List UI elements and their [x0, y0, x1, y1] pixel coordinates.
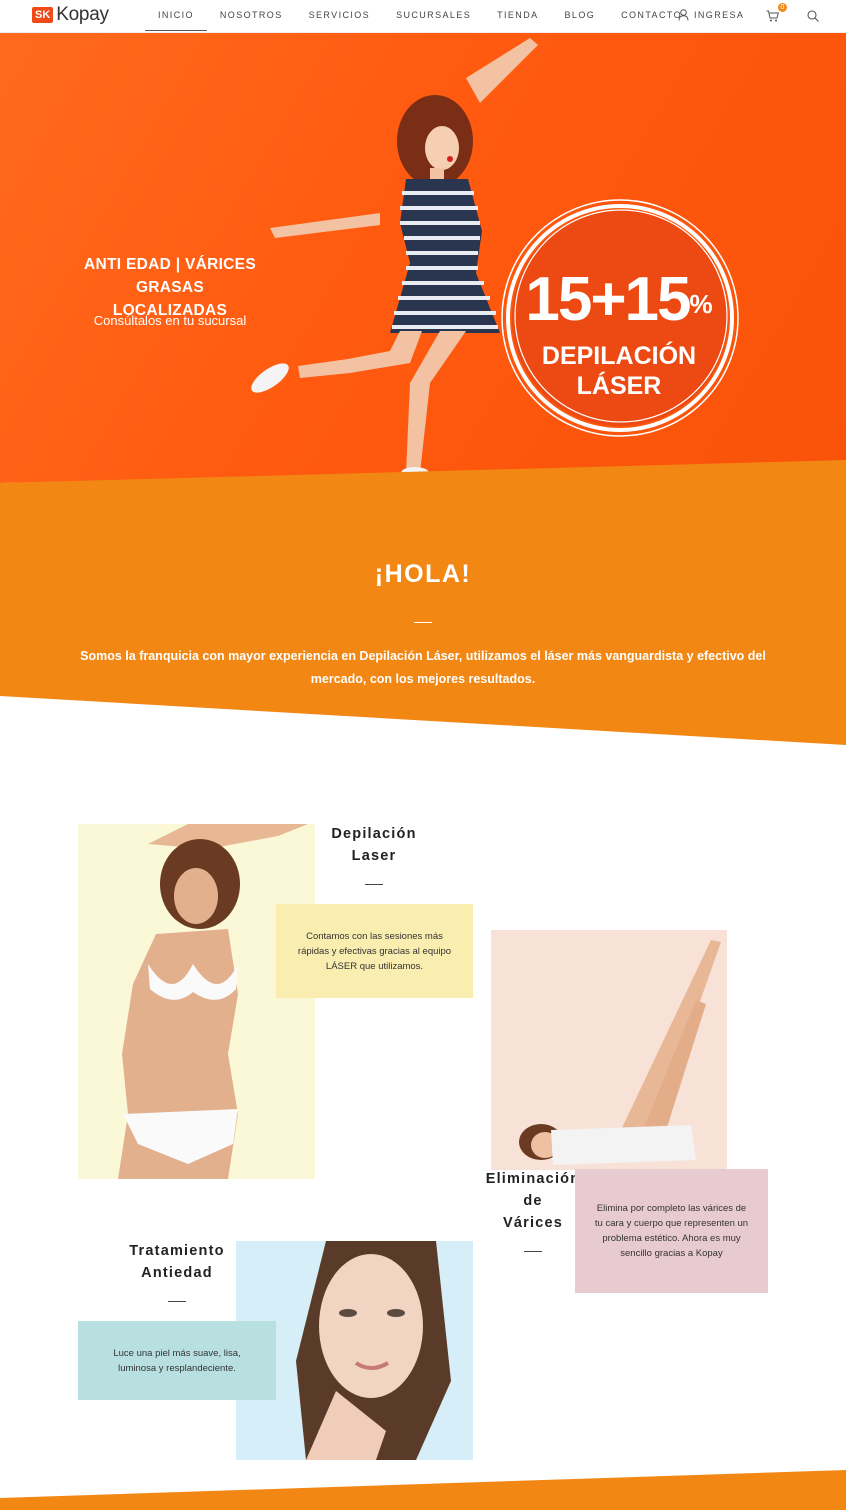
search-icon: [807, 10, 819, 22]
user-icon: [678, 9, 689, 21]
intro-title: ¡HOLA!: [374, 560, 472, 588]
logo-text: Kopay: [56, 4, 109, 25]
promo-percent: %: [689, 289, 713, 319]
nav-blog[interactable]: BLOG: [552, 0, 609, 30]
varices-card: Elimina por completo las várices de tu c…: [575, 1169, 768, 1293]
hero-banner: ANTI EDAD | VÁRICES GRASAS LOCALIZADAS C…: [0, 33, 846, 483]
depilacion-title-line-2: Laser: [351, 848, 397, 864]
login-label: INGRESA: [694, 10, 745, 20]
nav-inicio[interactable]: INICIO: [145, 0, 207, 31]
depilacion-title-line-1: Depilación: [331, 826, 417, 842]
hero-services-heading: ANTI EDAD | VÁRICES GRASAS LOCALIZADAS: [80, 253, 260, 322]
varices-title-line-3: Várices: [503, 1215, 563, 1231]
intro-divider: [414, 622, 432, 623]
promo-number-value: 15+15: [525, 265, 691, 334]
varices-image: [491, 930, 727, 1170]
antiedad-title: Tratamiento Antiedad: [117, 1240, 237, 1284]
nav-nosotros[interactable]: NOSOTROS: [207, 0, 296, 30]
footer-orange-band: [0, 1470, 846, 1510]
intro-band: [0, 460, 846, 745]
varices-title: Eliminación de Várices: [478, 1168, 588, 1234]
antiedad-title-line-2: Antiedad: [141, 1265, 213, 1281]
antiedad-divider: [168, 1301, 186, 1302]
hero-subtitle: Consúltalos en tu sucursal: [93, 313, 247, 328]
login-link[interactable]: INGRESA: [678, 9, 744, 21]
varices-title-line-1: Eliminación: [485, 1171, 581, 1187]
logo-badge: SK: [32, 7, 54, 23]
logo[interactable]: SK Kopay: [32, 4, 109, 25]
cart-icon: [766, 10, 779, 22]
cart-button[interactable]: 0: [766, 3, 787, 27]
promo-label-line-1: DEPILACIÓN: [541, 342, 697, 370]
hero-line-1: ANTI EDAD | VÁRICES: [84, 256, 256, 273]
antiedad-card: Luce una piel más suave, lisa, luminosa …: [78, 1321, 276, 1400]
varices-title-line-2: de: [523, 1193, 543, 1209]
promo-number: 15+15%: [498, 265, 738, 335]
varices-divider: [524, 1251, 542, 1252]
depilacion-divider: [365, 884, 383, 885]
top-navbar: SK Kopay INICIO NOSOTROS SERVICIOS SUCUR…: [0, 0, 846, 33]
promo-label: DEPILACIÓN LÁSER: [498, 341, 740, 401]
search-button[interactable]: [807, 9, 819, 27]
promo-label-line-2: LÁSER: [576, 372, 662, 400]
depilacion-card: Contamos con las sesiones más rápidas y …: [276, 904, 473, 998]
cart-count-badge: 0: [778, 3, 787, 12]
nav-sucursales[interactable]: SUCURSALES: [383, 0, 484, 30]
depilacion-image: [78, 824, 315, 1179]
intro-body: Somos la franquicia con mayor experienci…: [80, 649, 766, 686]
nav-tienda[interactable]: TIENDA: [484, 0, 551, 30]
main-menu: INICIO NOSOTROS SERVICIOS SUCURSALES TIE…: [145, 0, 695, 32]
antiedad-title-line-1: Tratamiento: [129, 1243, 225, 1259]
depilacion-title: Depilación Laser: [314, 823, 434, 867]
nav-servicios[interactable]: SERVICIOS: [296, 0, 383, 30]
